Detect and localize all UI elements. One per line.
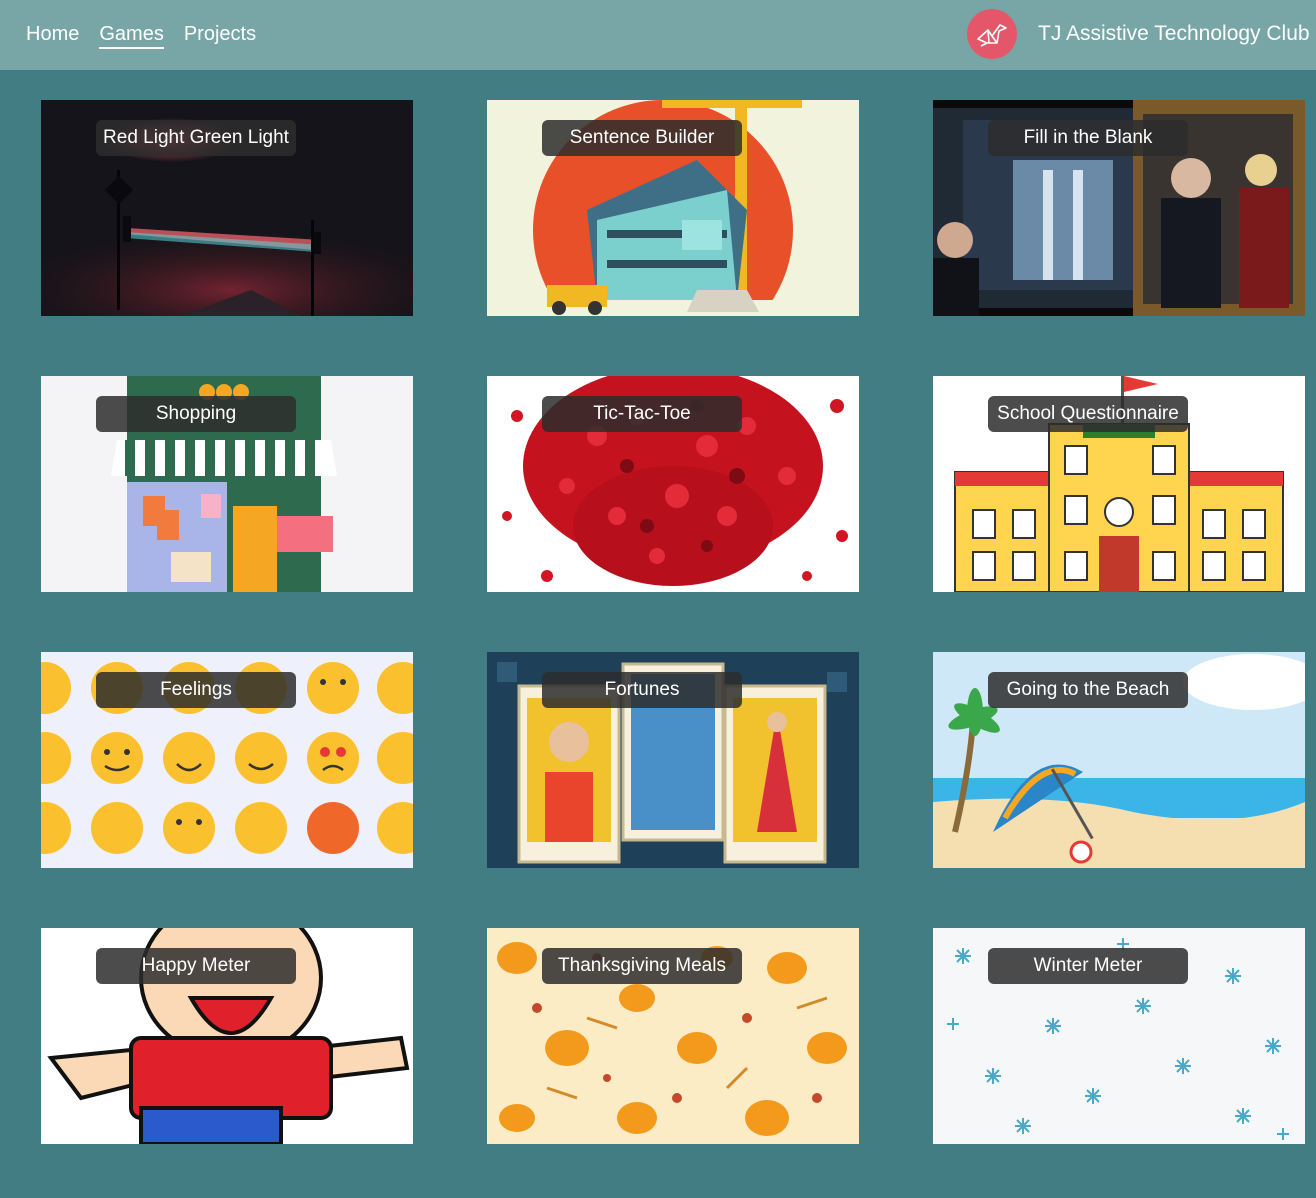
game-card-happy-meter[interactable]: Happy Meter <box>41 928 413 1144</box>
game-title: Fill in the Blank <box>988 120 1188 156</box>
game-card-fill-in-the-blank[interactable]: Fill in the Blank <box>933 100 1305 316</box>
game-card-red-light-green-light[interactable]: Red Light Green Light <box>41 100 413 316</box>
nav-home-link[interactable]: Home <box>26 21 79 49</box>
game-title: Sentence Builder <box>542 120 742 156</box>
game-card-going-to-the-beach[interactable]: Going to the Beach <box>933 652 1305 868</box>
nav-projects-link[interactable]: Projects <box>184 21 256 49</box>
game-title: Happy Meter <box>96 948 296 984</box>
game-title: Tic-Tac-Toe <box>542 396 742 432</box>
game-title: Fortunes <box>542 672 742 708</box>
game-title: Winter Meter <box>988 948 1188 984</box>
game-card-school-questionnaire[interactable]: School Questionnaire <box>933 376 1305 592</box>
nav-games-link[interactable]: Games <box>99 21 164 49</box>
game-card-tic-tac-toe[interactable]: Tic-Tac-Toe <box>487 376 859 592</box>
game-title: Thanksgiving Meals <box>542 948 742 984</box>
brand[interactable]: TJ Assistive Technology Club <box>967 9 1310 59</box>
top-navigation-bar: Home Games Projects TJ Assistive Technol… <box>0 0 1316 70</box>
game-title: School Questionnaire <box>988 396 1188 432</box>
game-title: Shopping <box>96 396 296 432</box>
game-card-thanksgiving-meals[interactable]: Thanksgiving Meals <box>487 928 859 1144</box>
game-card-fortunes[interactable]: Fortunes <box>487 652 859 868</box>
game-card-shopping[interactable]: Shopping <box>41 376 413 592</box>
main-nav: Home Games Projects <box>26 21 256 49</box>
game-title: Red Light Green Light <box>96 120 296 156</box>
game-card-feelings[interactable]: Feelings <box>41 652 413 868</box>
game-title: Feelings <box>96 672 296 708</box>
game-card-sentence-builder[interactable]: Sentence Builder <box>487 100 859 316</box>
origami-crane-icon <box>967 9 1017 59</box>
game-title: Going to the Beach <box>988 672 1188 708</box>
brand-name: TJ Assistive Technology Club <box>1038 22 1310 45</box>
game-card-winter-meter[interactable]: Winter Meter <box>933 928 1305 1144</box>
